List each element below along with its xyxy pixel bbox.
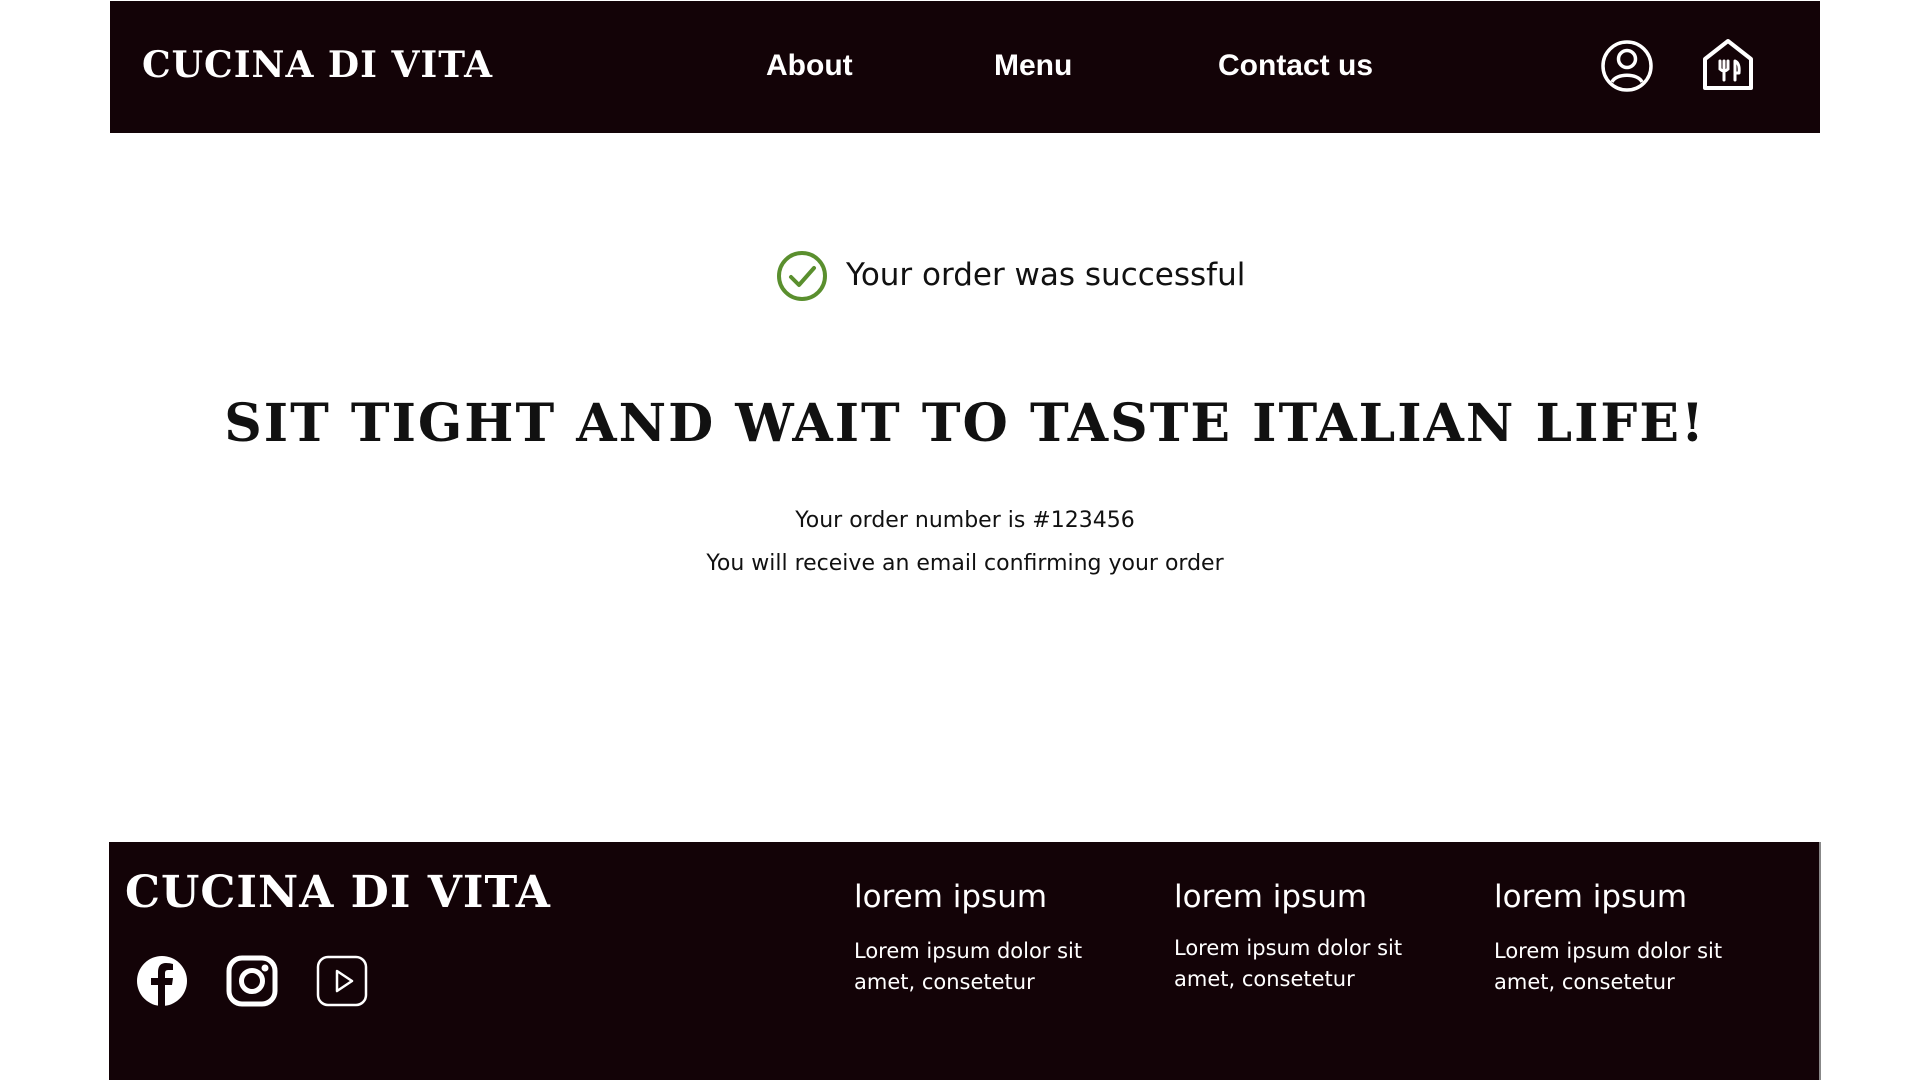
account-icon[interactable] [1600, 39, 1654, 93]
order-number-text: Your order number is #123456 [795, 508, 1135, 533]
footer-brand-logo[interactable]: CUCINA DI VITA [125, 866, 551, 920]
nav-contact-link[interactable]: Contact us [1218, 45, 1373, 87]
footer-column: lorem ipsum Lorem ipsum dolor sit amet, … [854, 876, 1114, 998]
footer-column-text: Lorem ipsum dolor sit amet, consetetur [1494, 939, 1723, 994]
brand-logo[interactable]: CUCINA DI VITA [142, 43, 493, 87]
page-headline: SIT TIGHT AND WAIT TO TASTE ITALIAN LIFE… [224, 392, 1706, 454]
success-message: Your order was successful [846, 257, 1246, 293]
success-check-icon [777, 251, 827, 301]
order-email-text: You will receive an email confirming you… [706, 551, 1224, 576]
order-success-page: CUCINA DI VITA About Menu Contact us You… [0, 0, 1920, 1080]
restaurant-order-icon[interactable] [1700, 37, 1756, 93]
site-footer: CUCINA DI VITA lorem ipsum Lorem ipsum d… [109, 842, 1821, 1080]
youtube-icon[interactable] [315, 954, 369, 1008]
footer-column: lorem ipsum Lorem ipsum dolor sit amet, … [1174, 876, 1434, 995]
footer-column-title[interactable]: lorem ipsum [1174, 876, 1434, 918]
footer-column-title[interactable]: lorem ipsum [1494, 876, 1754, 918]
footer-column-text: Lorem ipsum dolor sit amet, consetetur [1174, 936, 1403, 991]
site-header: CUCINA DI VITA About Menu Contact us [110, 1, 1820, 133]
footer-column-title[interactable]: lorem ipsum [854, 876, 1114, 918]
nav-about-link[interactable]: About [766, 45, 853, 87]
instagram-icon[interactable] [225, 954, 279, 1008]
footer-column: lorem ipsum Lorem ipsum dolor sit amet, … [1494, 876, 1754, 998]
nav-menu-link[interactable]: Menu [994, 45, 1072, 87]
facebook-icon[interactable] [135, 954, 189, 1008]
footer-column-text: Lorem ipsum dolor sit amet, consetetur [854, 939, 1083, 994]
